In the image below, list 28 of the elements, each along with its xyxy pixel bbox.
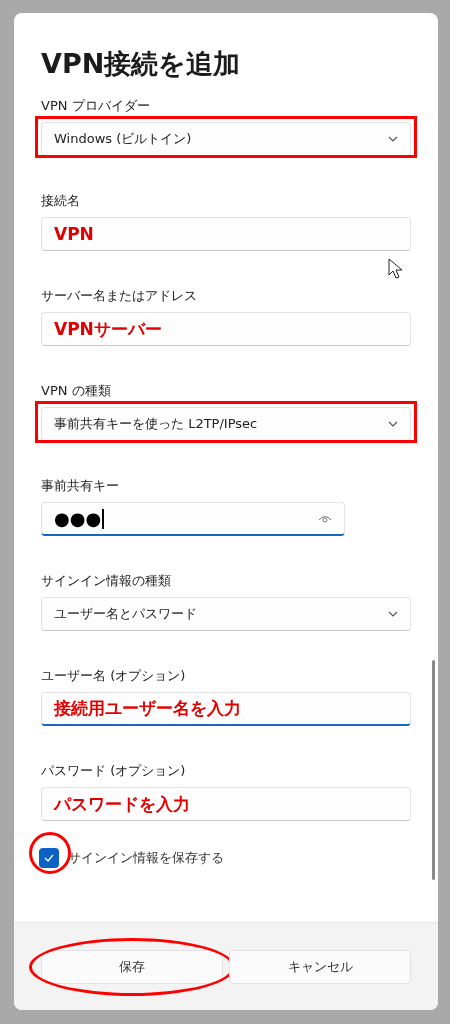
checkbox[interactable] xyxy=(39,848,59,868)
field-label: サインイン情報の種類 xyxy=(41,572,171,590)
cancel-button[interactable]: キャンセル xyxy=(229,950,411,984)
field-label: 接続名 xyxy=(41,192,80,210)
field-label: ユーザー名 (オプション) xyxy=(41,667,186,685)
eye-icon[interactable] xyxy=(318,513,332,524)
text-field[interactable]: 接続用ユーザー名を入力 xyxy=(41,692,411,726)
text-field[interactable]: パスワードを入力 xyxy=(41,787,411,821)
chevron-down-icon xyxy=(388,421,398,427)
chevron-down-icon xyxy=(388,611,398,617)
text-field[interactable]: VPNサーバー xyxy=(41,312,411,346)
save-button[interactable]: 保存 xyxy=(41,950,223,984)
dropdown-field[interactable]: Windows (ビルトイン) xyxy=(41,122,411,156)
field-label: パスワード (オプション) xyxy=(41,762,186,780)
field-label: 事前共有キー xyxy=(41,477,119,495)
checkbox-label: サインイン情報を保存する xyxy=(68,849,224,867)
password-field[interactable]: ●●● xyxy=(41,502,345,536)
text-field[interactable]: VPN xyxy=(41,217,411,251)
chevron-down-icon xyxy=(388,136,398,142)
field-label: VPN の種類 xyxy=(41,382,111,400)
dropdown-field[interactable]: ユーザー名とパスワード xyxy=(41,597,411,631)
cursor-icon xyxy=(388,258,403,280)
dropdown-field[interactable]: 事前共有キーを使った L2TP/IPsec xyxy=(41,407,411,441)
scrollbar[interactable] xyxy=(432,660,435,880)
field-label: VPN プロバイダー xyxy=(41,97,150,115)
dialog-title: VPN接続を追加 xyxy=(41,47,242,81)
checkmark-icon xyxy=(44,854,54,862)
field-label: サーバー名またはアドレス xyxy=(41,287,197,305)
